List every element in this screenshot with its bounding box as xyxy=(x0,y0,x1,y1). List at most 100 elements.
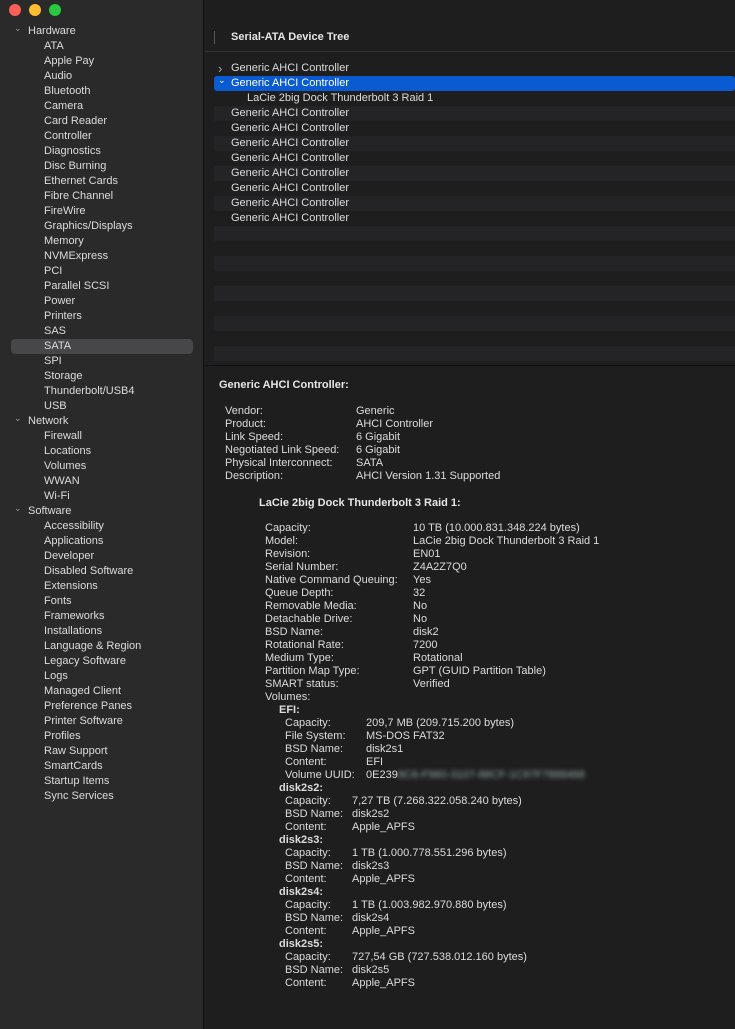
property-value: Rotational xyxy=(413,652,463,664)
chevron-down-icon[interactable]: ⌄ xyxy=(14,411,24,426)
device-row-label: Generic AHCI Controller xyxy=(231,107,349,119)
device-row-controller[interactable]: › Generic AHCI Controller xyxy=(214,61,735,76)
sidebar-item-sata[interactable]: SATA xyxy=(11,339,193,354)
sidebar-item-usb[interactable]: USB xyxy=(0,399,204,414)
property-key: File System: xyxy=(285,730,346,742)
property-row: Volumes: xyxy=(265,691,729,704)
sidebar-item-firewall[interactable]: Firewall xyxy=(0,429,204,444)
sidebar-item-nvmexpress[interactable]: NVMExpress xyxy=(0,249,204,264)
sidebar-item-bluetooth[interactable]: Bluetooth xyxy=(0,84,204,99)
sidebar-item-legacy-software[interactable]: Legacy Software xyxy=(0,654,204,669)
property-list: Vendor: Generic Product: AHCI Controller Lin… xyxy=(225,405,729,483)
property-value: MS-DOS FAT32 xyxy=(366,730,445,742)
property-value: Verified xyxy=(413,678,450,690)
sidebar-item-card-reader[interactable]: Card Reader xyxy=(0,114,204,129)
sidebar-item-accessibility[interactable]: Accessibility xyxy=(0,519,204,534)
property-key: Detachable Drive: xyxy=(265,613,353,625)
split-divider[interactable] xyxy=(205,365,735,366)
sidebar-item-wwan[interactable]: WWAN xyxy=(0,474,204,489)
property-value: 1 TB (1.003.982.970.880 bytes) xyxy=(352,899,507,911)
chevron-down-icon[interactable]: ⌄ xyxy=(218,73,226,88)
sidebar-group-network[interactable]: ⌄ Network xyxy=(0,411,204,429)
sidebar-item-logs[interactable]: Logs xyxy=(0,669,204,684)
sidebar-item-apple-pay[interactable]: Apple Pay xyxy=(0,54,204,69)
device-row-controller[interactable]: Generic AHCI Controller xyxy=(214,196,735,211)
device-row-label: Generic AHCI Controller xyxy=(231,212,349,224)
sidebar-item-managed-client[interactable]: Managed Client xyxy=(0,684,204,699)
sidebar-item-fibre-channel[interactable]: Fibre Channel xyxy=(0,189,204,204)
sidebar-item-raw-support[interactable]: Raw Support xyxy=(0,744,204,759)
sidebar-item-audio[interactable]: Audio xyxy=(0,69,204,84)
device-row-controller[interactable]: Generic AHCI Controller xyxy=(214,166,735,181)
device-row-controller[interactable]: Generic AHCI Controller xyxy=(214,151,735,166)
sidebar-item-firewire[interactable]: FireWire xyxy=(0,204,204,219)
device-row-controller[interactable]: Generic AHCI Controller xyxy=(214,181,735,196)
device-row-controller[interactable]: Generic AHCI Controller xyxy=(214,121,735,136)
sidebar-item-printer-software[interactable]: Printer Software xyxy=(0,714,204,729)
device-row-controller[interactable]: Generic AHCI Controller xyxy=(214,136,735,151)
sidebar-item-preference-panes[interactable]: Preference Panes xyxy=(0,699,204,714)
empty-row xyxy=(214,316,735,331)
property-key: Capacity: xyxy=(285,847,331,859)
empty-row xyxy=(214,346,735,361)
property-row: Revision: EN01 xyxy=(265,548,729,561)
sidebar-item-smartcards[interactable]: SmartCards xyxy=(0,759,204,774)
property-value: GPT (GUID Partition Table) xyxy=(413,665,546,677)
sidebar-item-controller[interactable]: Controller xyxy=(0,129,204,144)
sidebar-item-extensions[interactable]: Extensions xyxy=(0,579,204,594)
device-row-label: Generic AHCI Controller xyxy=(231,182,349,194)
property-key: SMART status: xyxy=(265,678,339,690)
property-value: Apple_APFS xyxy=(352,925,415,937)
sidebar-item-applications[interactable]: Applications xyxy=(0,534,204,549)
sidebar-item-graphics-displays[interactable]: Graphics/Displays xyxy=(0,219,204,234)
sidebar-group-software[interactable]: ⌄ Software xyxy=(0,501,204,519)
sidebar-item-language-region[interactable]: Language & Region xyxy=(0,639,204,654)
property-key: Revision: xyxy=(265,548,311,560)
sidebar-item-wi-fi[interactable]: Wi-Fi xyxy=(0,489,204,504)
sidebar-item-profiles[interactable]: Profiles xyxy=(0,729,204,744)
sidebar-item-ethernet-cards[interactable]: Ethernet Cards xyxy=(0,174,204,189)
sidebar-item-parallel-scsi[interactable]: Parallel SCSI xyxy=(0,279,204,294)
sidebar-item-sas[interactable]: SAS xyxy=(0,324,204,339)
property-row: Description: AHCI Version 1.31 Supported xyxy=(225,470,729,483)
property-value: AHCI Controller xyxy=(356,418,434,430)
sidebar-item-fonts[interactable]: Fonts xyxy=(0,594,204,609)
property-row: Content: EFI xyxy=(285,756,729,769)
sidebar-item-disc-burning[interactable]: Disc Burning xyxy=(0,159,204,174)
sidebar-item-storage[interactable]: Storage xyxy=(0,369,204,384)
sidebar: ⌄ Hardware ATA Apple Pay Audio Bluetooth Camer… xyxy=(0,0,204,1029)
sidebar-item-volumes[interactable]: Volumes xyxy=(0,459,204,474)
sidebar-item-ata[interactable]: ATA xyxy=(0,39,204,54)
property-row: Volume UUID: 0E239 8C6-F960-3107-88CF-1C97… xyxy=(285,769,729,782)
close-window-button[interactable] xyxy=(9,4,21,16)
sidebar-item-disabled-software[interactable]: Disabled Software xyxy=(0,564,204,579)
minimize-window-button[interactable] xyxy=(29,4,41,16)
sidebar-item-pci[interactable]: PCI xyxy=(0,264,204,279)
sidebar-item-thunderbolt-usb4[interactable]: Thunderbolt/USB4 xyxy=(0,384,204,399)
sidebar-item-printers[interactable]: Printers xyxy=(0,309,204,324)
sidebar-item-memory[interactable]: Memory xyxy=(0,234,204,249)
zoom-window-button[interactable] xyxy=(49,4,61,16)
sidebar-item-frameworks[interactable]: Frameworks xyxy=(0,609,204,624)
device-row-drive[interactable]: LaCie 2big Dock Thunderbolt 3 Raid 1 xyxy=(214,91,735,106)
sidebar-item-camera[interactable]: Camera xyxy=(0,99,204,114)
sidebar-item-locations[interactable]: Locations xyxy=(0,444,204,459)
sidebar-group-hardware[interactable]: ⌄ Hardware xyxy=(0,21,204,39)
property-key: Content: xyxy=(285,756,327,768)
chevron-down-icon[interactable]: ⌄ xyxy=(14,501,24,516)
property-list: Capacity: 10 TB (10.000.831.348.224 bytes… xyxy=(265,522,729,704)
device-row-controller[interactable]: ⌄ Generic AHCI Controller xyxy=(214,73,735,91)
volume-name: disk2s5: xyxy=(279,938,324,950)
device-row-controller[interactable]: Generic AHCI Controller xyxy=(214,211,735,226)
sidebar-item-startup-items[interactable]: Startup Items xyxy=(0,774,204,789)
sidebar-item-installations[interactable]: Installations xyxy=(0,624,204,639)
sidebar-item-developer[interactable]: Developer xyxy=(0,549,204,564)
chevron-down-icon[interactable]: ⌄ xyxy=(14,21,24,36)
sidebar-item-diagnostics[interactable]: Diagnostics xyxy=(0,144,204,159)
sidebar-item-power[interactable]: Power xyxy=(0,294,204,309)
property-row: Serial Number: Z4A2Z7Q0 xyxy=(265,561,729,574)
sidebar-item-sync-services[interactable]: Sync Services xyxy=(0,789,204,804)
device-row-controller[interactable]: Generic AHCI Controller xyxy=(214,106,735,121)
property-value: No xyxy=(413,600,428,612)
sidebar-item-spi[interactable]: SPI xyxy=(0,354,204,369)
